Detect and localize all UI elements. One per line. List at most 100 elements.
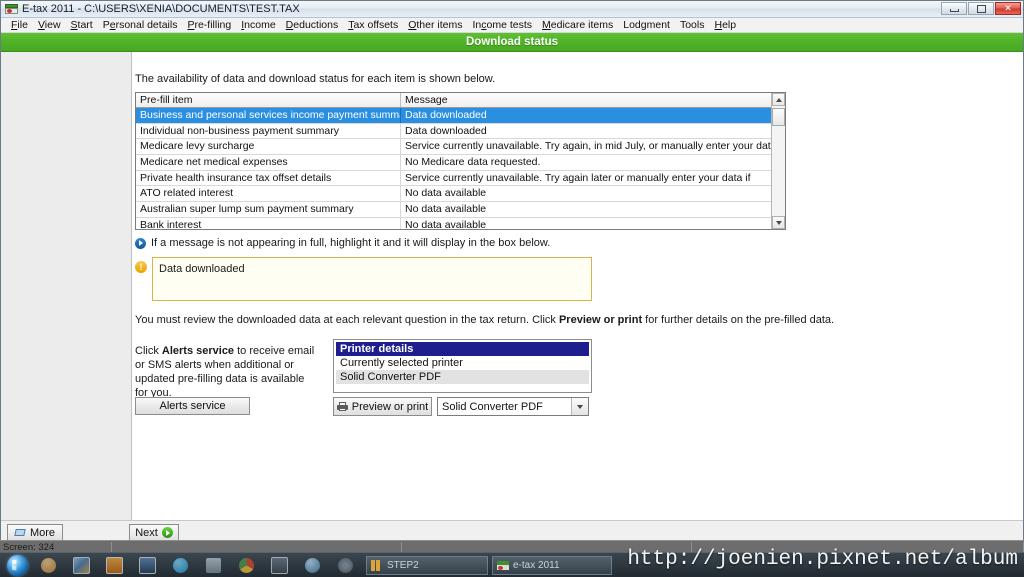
cell-prefill-item: Australian super lump sum payment summar… bbox=[136, 202, 401, 217]
menu-item-pre-filling[interactable]: Pre-filling bbox=[182, 19, 236, 31]
table-header-row: Pre-fill item Message bbox=[136, 93, 771, 108]
internet-explorer-icon[interactable] bbox=[296, 554, 329, 576]
table-row[interactable]: Business and personal services income pa… bbox=[136, 108, 771, 124]
skype-icon[interactable] bbox=[164, 554, 197, 576]
alerts-bold: Alerts service bbox=[161, 345, 235, 357]
menu-item-other-items[interactable]: Other items bbox=[403, 19, 467, 31]
taskbar-task-step2[interactable]: STEP2 bbox=[366, 555, 488, 575]
alerts-service-button[interactable]: Alerts service bbox=[135, 397, 250, 415]
menu-item-help[interactable]: Help bbox=[709, 19, 741, 31]
preview-or-print-label: Preview or print bbox=[351, 400, 429, 413]
menu-item-view[interactable]: View bbox=[33, 19, 66, 31]
more-button-label: More bbox=[29, 526, 56, 539]
page-title: Download status bbox=[1, 33, 1023, 52]
alerts-description: Click Alerts service to receive email or… bbox=[135, 344, 320, 400]
status-screen-number: Screen: 324 bbox=[0, 541, 112, 553]
window-title: E-tax 2011 - C:\USERS\XENIA\DOCUMENTS\TE… bbox=[22, 3, 300, 15]
book-icon bbox=[14, 528, 26, 537]
hint-text: If a message is not appearing in full, h… bbox=[151, 237, 551, 249]
menu-item-start[interactable]: Start bbox=[66, 19, 98, 31]
table-row[interactable]: Bank interest No data available bbox=[136, 217, 771, 229]
menu-item-tools[interactable]: Tools bbox=[675, 19, 710, 31]
media-player-icon[interactable] bbox=[98, 554, 131, 576]
office-icon[interactable] bbox=[263, 554, 296, 576]
table-vertical-scrollbar[interactable] bbox=[771, 93, 785, 229]
taskbar-task-etax-label: e-tax 2011 bbox=[513, 559, 560, 571]
message-detail-box: Data downloaded bbox=[152, 257, 592, 301]
watermark-url: http://joenien.pixnet.net/album bbox=[627, 548, 1018, 571]
next-button-label: Next bbox=[135, 526, 158, 539]
next-button[interactable]: Next bbox=[129, 524, 179, 541]
disc-icon[interactable] bbox=[329, 554, 362, 576]
prefill-table-main: Pre-fill item Message Business and perso… bbox=[136, 93, 771, 229]
cell-message: Service currently unavailable. Try again… bbox=[405, 171, 751, 184]
taskbar-task-step2-label: STEP2 bbox=[387, 559, 419, 571]
review-prefix: You must review the downloaded data at e… bbox=[135, 314, 559, 326]
scroll-down-button[interactable] bbox=[772, 216, 785, 229]
preview-or-print-button[interactable]: Preview or print bbox=[333, 397, 432, 416]
scrollbar-track[interactable] bbox=[772, 106, 785, 216]
status-panel-2 bbox=[112, 541, 402, 553]
alerts-prefix: Click bbox=[135, 345, 162, 357]
cell-prefill-item: Business and personal services income pa… bbox=[136, 108, 401, 123]
dictionary-icon[interactable] bbox=[197, 554, 230, 576]
column-header-prefill-item[interactable]: Pre-fill item bbox=[136, 93, 401, 107]
review-suffix: for further details on the pre-filled da… bbox=[642, 314, 835, 326]
start-orb-icon[interactable] bbox=[2, 554, 32, 576]
menu-item-lodgment[interactable]: Lodgment bbox=[618, 19, 675, 31]
menu-item-medicare-items[interactable]: Medicare items bbox=[537, 19, 618, 31]
printer-icon bbox=[336, 402, 348, 411]
photo-gallery-icon[interactable] bbox=[65, 554, 98, 576]
prefill-table: Pre-fill item Message Business and perso… bbox=[135, 92, 786, 230]
table-row[interactable]: Australian super lump sum payment summar… bbox=[136, 202, 771, 218]
maximize-button[interactable] bbox=[968, 2, 994, 15]
menu-item-tax-offsets[interactable]: Tax offsets bbox=[343, 19, 403, 31]
scrollbar-thumb[interactable] bbox=[772, 108, 785, 126]
cell-message: No data available bbox=[405, 187, 487, 200]
intro-text: The availability of data and download st… bbox=[135, 73, 496, 85]
chevron-down-icon[interactable] bbox=[571, 398, 588, 415]
content-pane: The availability of data and download st… bbox=[132, 52, 1023, 520]
menu-item-file[interactable]: FFileile bbox=[6, 19, 33, 31]
column-header-message[interactable]: Message bbox=[401, 93, 771, 107]
menu-bar: FFileile View Start Personal details Pre… bbox=[1, 18, 1023, 33]
cell-prefill-item: Medicare net medical expenses bbox=[136, 155, 401, 170]
review-bold: Preview or print bbox=[558, 314, 643, 326]
printer-panel-name: Solid Converter PDF bbox=[336, 370, 589, 384]
user-account-icon[interactable] bbox=[32, 554, 65, 576]
hint-row: If a message is not appearing in full, h… bbox=[135, 237, 550, 249]
arrow-right-icon bbox=[135, 237, 146, 249]
printer-select-dropdown[interactable]: Solid Converter PDF bbox=[437, 397, 589, 416]
minimize-button[interactable] bbox=[941, 2, 967, 15]
window-controls: ✕ bbox=[941, 2, 1021, 15]
taskbar-task-etax[interactable]: e-tax 2011 bbox=[492, 555, 612, 575]
menu-item-deductions[interactable]: Deductions bbox=[281, 19, 344, 31]
cell-prefill-item: ATO related interest bbox=[136, 186, 401, 202]
printer-panel-subtitle: Currently selected printer bbox=[340, 357, 463, 369]
chrome-icon[interactable] bbox=[230, 554, 263, 576]
table-row[interactable]: Medicare net medical expenses No Medicar… bbox=[136, 155, 771, 171]
cell-message: No Medicare data requested. bbox=[405, 156, 541, 169]
table-row[interactable]: Individual non-business payment summary … bbox=[136, 123, 771, 140]
warning-icon: ! bbox=[135, 261, 147, 273]
close-button[interactable]: ✕ bbox=[995, 2, 1021, 15]
table-row[interactable]: Medicare levy surcharge Service currentl… bbox=[136, 139, 771, 156]
app-blue-icon[interactable] bbox=[131, 554, 164, 576]
pause-bars-icon bbox=[371, 559, 383, 571]
cell-message: Service currently unavailable. Try again… bbox=[405, 140, 771, 153]
cell-prefill-item: Medicare levy surcharge bbox=[136, 139, 401, 155]
menu-item-personal-details[interactable]: Personal details bbox=[98, 19, 183, 31]
cell-prefill-item: Private health insurance tax offset deta… bbox=[136, 170, 401, 186]
cell-message: Data downloaded bbox=[405, 109, 487, 121]
table-row[interactable]: ATO related interest No data available bbox=[136, 186, 771, 203]
left-navigation-rail bbox=[1, 52, 132, 520]
more-button[interactable]: More bbox=[7, 524, 63, 541]
menu-item-income-tests[interactable]: Income tests bbox=[468, 19, 538, 31]
cell-prefill-item: Bank interest bbox=[136, 217, 401, 229]
menu-item-income[interactable]: Income bbox=[236, 19, 280, 31]
scroll-up-button[interactable] bbox=[772, 93, 785, 106]
cell-message: No data available bbox=[405, 218, 487, 229]
table-body: Business and personal services income pa… bbox=[136, 108, 771, 229]
table-row[interactable]: Private health insurance tax offset deta… bbox=[136, 170, 771, 187]
etax-icon bbox=[497, 560, 509, 571]
